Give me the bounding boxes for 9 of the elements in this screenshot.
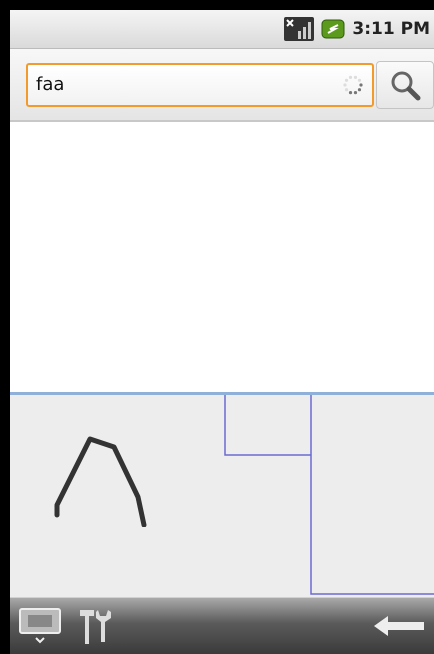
- loading-spinner-icon: [342, 74, 364, 96]
- backspace-arrow-icon[interactable]: [372, 614, 426, 638]
- battery-charging-icon: [320, 19, 346, 39]
- signal-icon: [284, 17, 314, 41]
- search-field[interactable]: faa: [26, 62, 374, 106]
- search-icon: [389, 68, 421, 100]
- status-time: 3:11 PM: [352, 19, 430, 39]
- search-button[interactable]: [376, 60, 434, 108]
- keyboard-icon[interactable]: [18, 607, 64, 645]
